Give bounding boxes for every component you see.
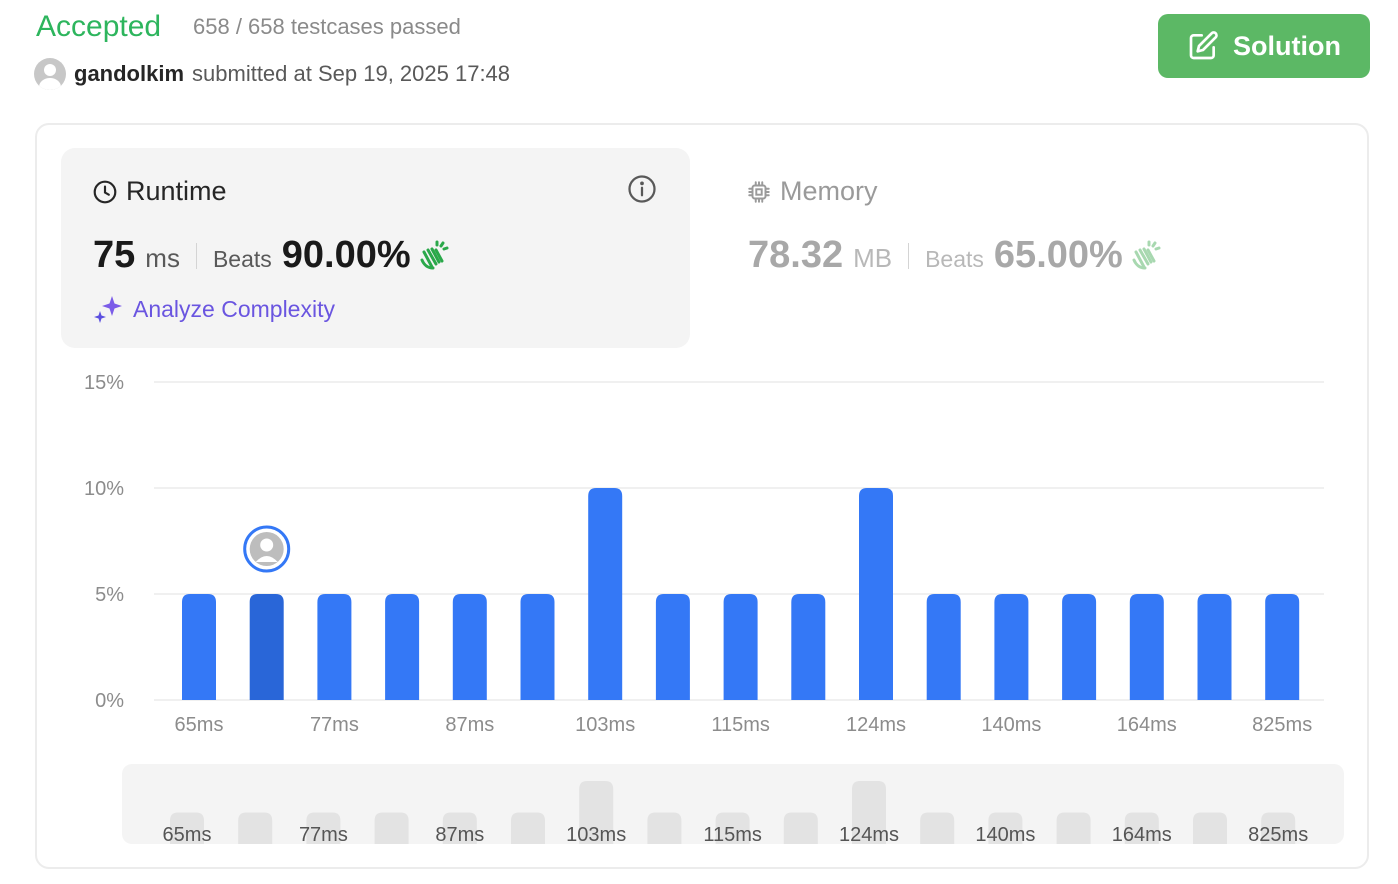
runtime-divider (195, 242, 197, 269)
chip-icon (748, 180, 770, 203)
runtime-beats-value: 90.00% (281, 234, 411, 276)
chart-range-navigator[interactable] (122, 764, 1344, 844)
chart-bar[interactable] (182, 594, 216, 700)
runtime-unit: ms (145, 243, 180, 273)
chart-bar[interactable] (452, 594, 487, 700)
chart-bar[interactable] (1197, 594, 1232, 700)
chart-bar[interactable] (249, 594, 284, 700)
chart-bar[interactable] (926, 594, 961, 700)
chart-bar[interactable] (791, 594, 826, 700)
runtime-header: Runtime (92, 176, 227, 207)
memory-beats-label: Beats (925, 246, 984, 272)
chart-bar[interactable] (994, 594, 1029, 700)
info-icon[interactable] (627, 174, 657, 204)
memory-beats-value: 65.00% (993, 234, 1123, 276)
chart-bar[interactable] (1062, 594, 1097, 700)
runtime-metric: 75 ms Beats 90.00% (93, 234, 449, 277)
analyze-complexity-link[interactable]: Analyze Complexity (93, 294, 335, 324)
username-link[interactable]: gandolkim (74, 61, 184, 87)
analyze-complexity-label: Analyze Complexity (133, 295, 335, 322)
clapping-hands-icon (420, 240, 449, 269)
memory-divider (908, 242, 910, 269)
runtime-title: Runtime (126, 176, 227, 206)
chart-bar[interactable] (317, 594, 352, 700)
chart-bar[interactable] (385, 594, 420, 700)
clock-icon (93, 180, 117, 203)
submitted-time: submitted at Sep 19, 2025 17:48 (192, 61, 511, 86)
user-avatar[interactable] (34, 58, 66, 90)
memory-header[interactable]: Memory (746, 176, 878, 207)
memory-title: Memory (780, 176, 878, 206)
testcases-passed: 658 / 658 testcases passed (193, 14, 461, 39)
runtime-beats-label: Beats (212, 246, 272, 272)
clapping-hands-icon (1132, 240, 1161, 269)
edit-icon (1189, 31, 1218, 60)
memory-value: 78.32 (748, 234, 844, 276)
chart-bar[interactable] (1129, 594, 1164, 700)
solution-button[interactable]: Solution (1158, 14, 1370, 78)
sparkle-icon (94, 296, 122, 323)
chart-bar[interactable] (859, 488, 893, 700)
submission-info: gandolkim submitted at Sep 19, 2025 17:4… (34, 58, 510, 90)
chart-bar[interactable] (1265, 594, 1300, 700)
memory-metric: 78.32 MB Beats 65.00% (748, 234, 1161, 277)
chart-bar[interactable] (723, 594, 758, 700)
user-position-avatar[interactable] (243, 525, 291, 573)
runtime-value: 75 (93, 234, 136, 276)
memory-unit: MB (853, 243, 893, 273)
status-accepted: Accepted (36, 10, 162, 43)
chart-bar[interactable] (588, 488, 623, 700)
avatar-part (260, 538, 274, 552)
chart-bar[interactable] (520, 594, 555, 700)
solution-button-label: Solution (1233, 30, 1341, 61)
chart-bar[interactable] (655, 594, 690, 700)
